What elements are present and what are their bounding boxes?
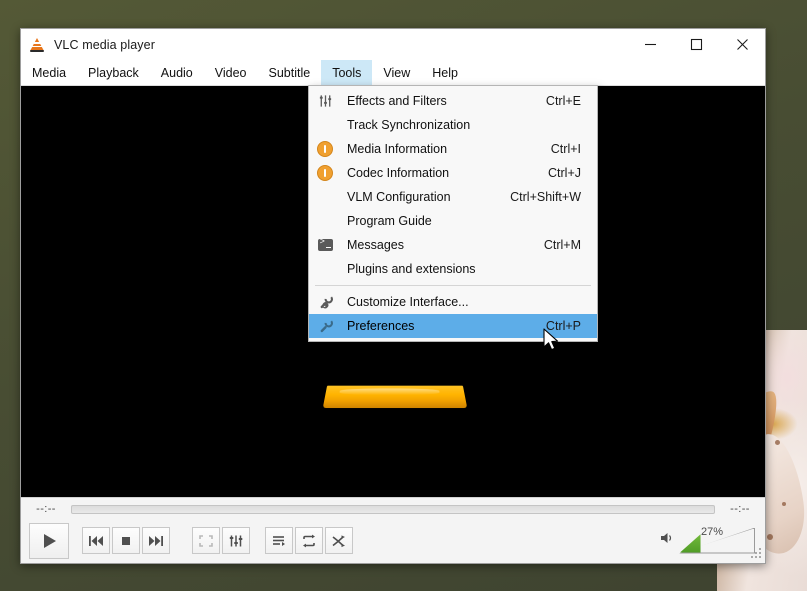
- menu-item-program-guide[interactable]: Program Guide: [309, 209, 597, 233]
- video-content-orange-bar: [322, 385, 468, 409]
- menu-item-customize-interface[interactable]: Customize Interface...: [309, 290, 597, 314]
- window-control-buttons: [627, 29, 765, 60]
- minimize-icon: [644, 43, 656, 46]
- maximize-button[interactable]: [673, 29, 719, 60]
- shuffle-icon: [332, 534, 345, 547]
- info-icon: [313, 139, 337, 159]
- menu-subtitle[interactable]: Subtitle: [258, 60, 322, 85]
- menu-playback[interactable]: Playback: [77, 60, 150, 85]
- menu-item-media-information[interactable]: Media Information Ctrl+I: [309, 137, 597, 161]
- loop-button[interactable]: [295, 527, 323, 554]
- elapsed-time-label: --:--: [36, 503, 56, 515]
- view-button-group: [192, 527, 250, 554]
- no-icon: [313, 115, 337, 135]
- menu-item-vlm-configuration[interactable]: VLM Configuration Ctrl+Shift+W: [309, 185, 597, 209]
- stop-button[interactable]: [112, 527, 140, 554]
- menu-item-shortcut: Ctrl+J: [548, 166, 581, 180]
- menu-item-label: VLM Configuration: [347, 190, 451, 204]
- menu-item-label: Customize Interface...: [347, 295, 469, 309]
- menu-item-label: Preferences: [347, 319, 415, 333]
- volume-slider[interactable]: 27%: [679, 525, 755, 554]
- play-icon: [44, 533, 56, 548]
- speaker-icon[interactable]: [659, 531, 675, 550]
- equalizer-icon: [313, 91, 337, 111]
- playlist-button[interactable]: [265, 527, 293, 554]
- close-button[interactable]: [719, 29, 765, 60]
- menu-item-shortcut: Ctrl+P: [545, 319, 581, 333]
- menu-view[interactable]: View: [372, 60, 421, 85]
- playlist-icon: [273, 535, 285, 546]
- menu-item-codec-information[interactable]: Codec Information Ctrl+J: [309, 161, 597, 185]
- window-title: VLC media player: [54, 37, 155, 52]
- menu-item-preferences[interactable]: Preferences Ctrl+P: [309, 314, 597, 338]
- playlist-button-group: [265, 527, 353, 554]
- menu-help[interactable]: Help: [421, 60, 469, 85]
- menu-item-label: Plugins and extensions: [347, 262, 476, 276]
- menubar: Media Playback Audio Video Subtitle Tool…: [21, 60, 765, 86]
- no-icon: [313, 259, 337, 279]
- transport-buttons-row: 27%: [21, 520, 765, 561]
- fullscreen-button[interactable]: [192, 527, 220, 554]
- loop-icon: [303, 534, 315, 547]
- previous-icon: [89, 535, 103, 546]
- equalizer-icon: [229, 535, 243, 546]
- menu-separator: [315, 285, 591, 286]
- next-button[interactable]: [142, 527, 170, 554]
- no-icon: [313, 211, 337, 231]
- shuffle-button[interactable]: [325, 527, 353, 554]
- menu-media[interactable]: Media: [21, 60, 77, 85]
- player-controls: --:-- --:-- 27%: [21, 497, 765, 563]
- menu-item-plugins-and-extensions[interactable]: Plugins and extensions: [309, 257, 597, 281]
- menu-tools[interactable]: Tools: [321, 60, 373, 85]
- menu-audio[interactable]: Audio: [150, 60, 204, 85]
- menu-video[interactable]: Video: [204, 60, 258, 85]
- menu-item-shortcut: Ctrl+Shift+W: [510, 190, 581, 204]
- tools-dropdown-menu: Effects and Filters Ctrl+E Track Synchro…: [308, 85, 598, 342]
- desktop: VLC media player Media Playback Audio Vi…: [0, 0, 807, 591]
- info-icon: [313, 163, 337, 183]
- maximize-icon: [690, 38, 702, 51]
- total-time-label: --:--: [730, 503, 750, 515]
- previous-button[interactable]: [82, 527, 110, 554]
- wrench-icon: [313, 316, 337, 336]
- menu-item-label: Track Synchronization: [347, 118, 471, 132]
- menu-item-shortcut: Ctrl+E: [545, 94, 581, 108]
- nav-button-group: [82, 527, 170, 554]
- stop-icon: [122, 536, 130, 545]
- resize-grip[interactable]: [751, 548, 762, 559]
- minimize-button[interactable]: [627, 29, 673, 60]
- extended-settings-button[interactable]: [222, 527, 250, 554]
- menu-item-label: Codec Information: [347, 166, 450, 180]
- next-icon: [149, 535, 163, 546]
- seek-row: --:-- --:--: [21, 498, 765, 520]
- vlc-cone-icon: [30, 37, 46, 53]
- volume-control: 27%: [659, 520, 755, 561]
- menu-item-effects-and-filters[interactable]: Effects and Filters Ctrl+E: [309, 89, 597, 113]
- seek-slider[interactable]: [71, 504, 715, 514]
- console-icon: [313, 235, 337, 255]
- wrench-icon: [313, 292, 337, 312]
- close-icon: [736, 39, 748, 50]
- no-icon: [313, 187, 337, 207]
- menu-item-label: Effects and Filters: [347, 94, 447, 108]
- menu-item-label: Media Information: [347, 142, 448, 156]
- play-button[interactable]: [29, 522, 69, 559]
- menu-item-label: Messages: [347, 238, 404, 252]
- menu-item-shortcut: Ctrl+I: [550, 142, 581, 156]
- volume-percent-label: 27%: [701, 525, 724, 538]
- menu-item-shortcut: Ctrl+M: [543, 238, 581, 252]
- menu-item-label: Program Guide: [347, 214, 432, 228]
- menu-item-track-synchronization[interactable]: Track Synchronization: [309, 113, 597, 137]
- window-titlebar[interactable]: VLC media player: [21, 29, 765, 60]
- menu-item-messages[interactable]: Messages Ctrl+M: [309, 233, 597, 257]
- fullscreen-icon: [199, 534, 213, 547]
